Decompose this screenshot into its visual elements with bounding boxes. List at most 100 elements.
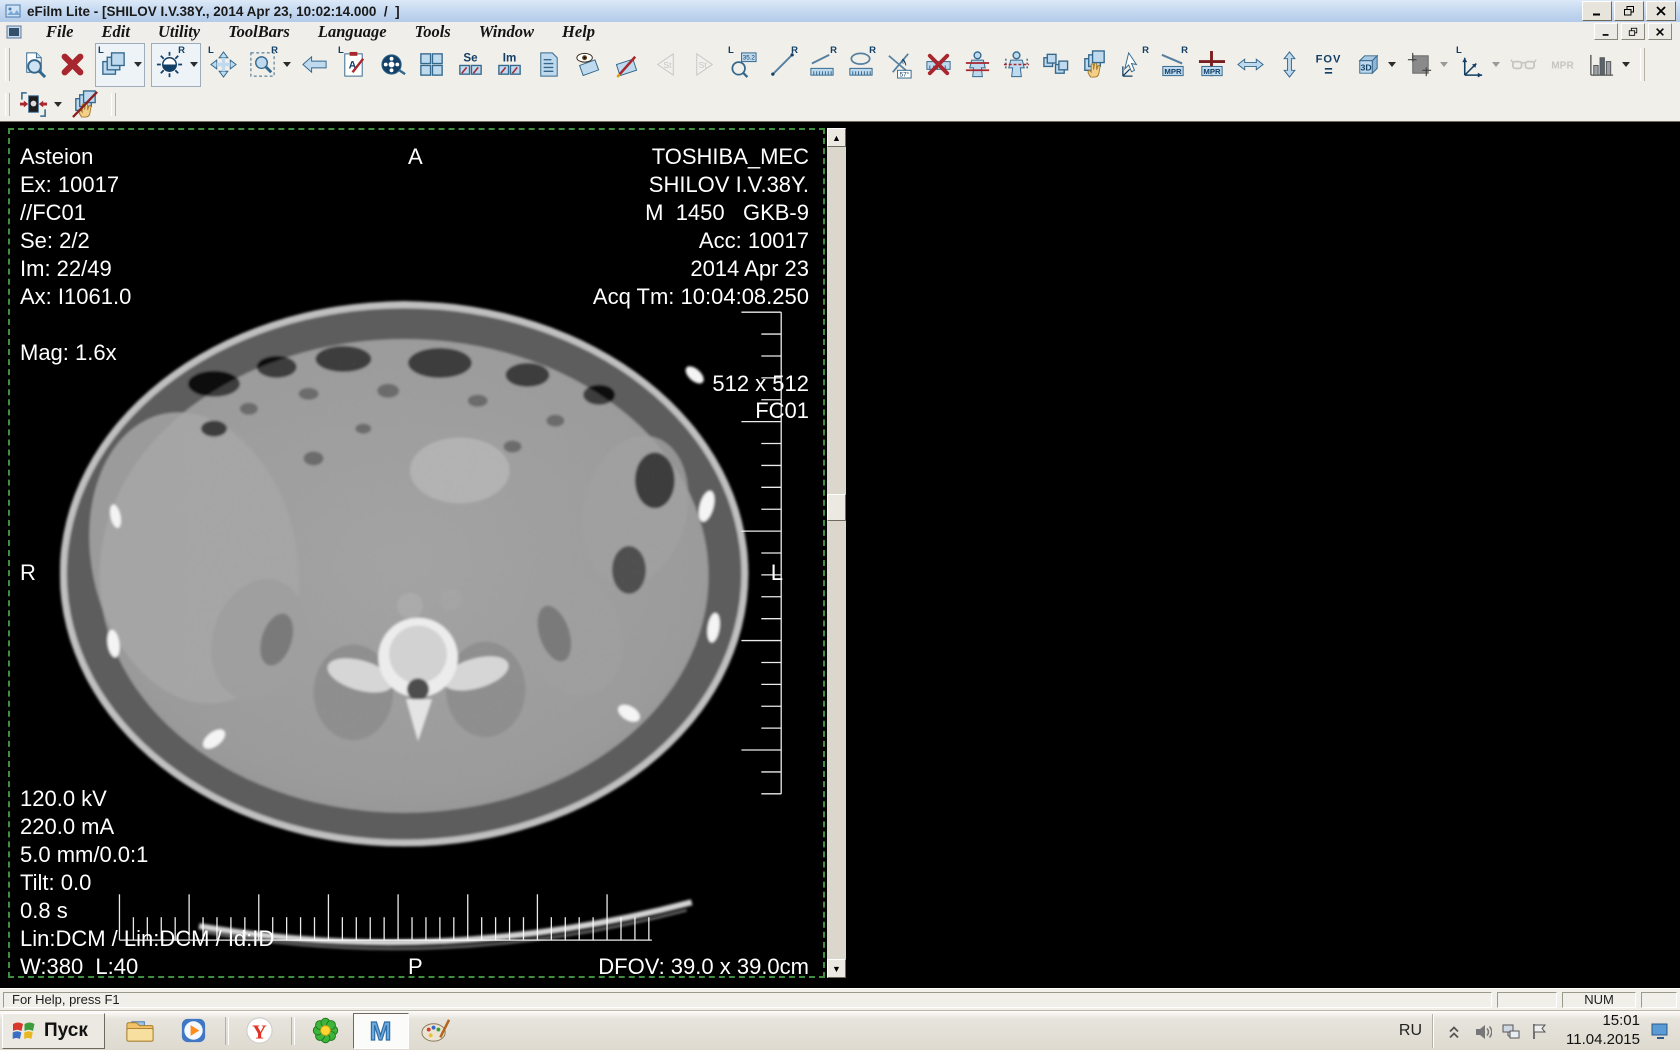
toolbar-button-series-layout-icon[interactable]: Se — [453, 45, 488, 85]
restore-button[interactable] — [1614, 1, 1644, 21]
toolbar-drag-handle[interactable] — [5, 93, 10, 117]
toolbar-button-tile-images-icon[interactable] — [1038, 45, 1073, 85]
toolbar-end-separator — [1640, 48, 1645, 82]
taskbar-media-player-icon[interactable] — [167, 1014, 221, 1048]
toolbar-drag-handle[interactable] — [5, 48, 10, 82]
mdi-minimize-button[interactable] — [1594, 23, 1618, 40]
menu-edit[interactable]: Edit — [88, 22, 144, 41]
toolbar-button-open-study-icon[interactable] — [16, 45, 51, 85]
svg-text:=: = — [1324, 64, 1332, 79]
slice-scrollbar[interactable]: ▲ ▼ — [827, 128, 846, 978]
toolbar-button-window-level-icon[interactable]: R — [152, 45, 187, 85]
toolbar-button-probe-icon[interactable]: 35.2L — [726, 45, 761, 85]
window-level-dropdown-arrow-icon[interactable] — [187, 46, 200, 84]
toolbar-button-measure-ruler-icon[interactable]: R — [804, 45, 839, 85]
menu-toolbars[interactable]: ToolBars — [214, 22, 304, 41]
toolbar-button-prev-image-icon[interactable] — [297, 45, 332, 85]
start-button[interactable]: Пуск — [2, 1013, 105, 1049]
mdi-document-icon[interactable] — [6, 25, 22, 39]
toolbar-button-close-study-icon[interactable] — [55, 45, 90, 85]
taskbar-yandex-browser-icon[interactable]: Y — [233, 1014, 287, 1048]
toolbar-button-layout-grid-icon[interactable] — [414, 45, 449, 85]
menu-tools[interactable]: Tools — [401, 22, 465, 41]
mouse-button-badge: R — [271, 46, 278, 55]
toolbar-button-ortho-mpr-icon[interactable]: MPR — [1194, 45, 1229, 85]
toolbar-button-stack-pages-icon[interactable]: L — [96, 45, 131, 85]
orientation-axes-dropdown-arrow-icon[interactable] — [1489, 46, 1502, 84]
toolbar-button-image-layout-icon[interactable]: Im — [492, 45, 527, 85]
toolbar-button-view-report-icon[interactable] — [570, 45, 605, 85]
tray-network-icon[interactable] — [1501, 1021, 1520, 1040]
mouse-button-badge: R — [830, 46, 837, 55]
toolbar-button-fov-icon[interactable]: FOV= — [1311, 45, 1346, 85]
minimize-button[interactable] — [1582, 1, 1612, 21]
scroll-up-arrow-icon[interactable]: ▲ — [827, 128, 846, 147]
svg-text:M: M — [370, 1016, 392, 1046]
mdi-close-button[interactable] — [1648, 23, 1672, 40]
toolbar-button-sync-series-icon[interactable] — [999, 45, 1034, 85]
stack-pages-dropdown-arrow-icon[interactable] — [131, 46, 144, 84]
toolbar-button-measure-angle-icon[interactable]: θ57° — [882, 45, 917, 85]
clock-date: 11.04.2015 — [1566, 1031, 1640, 1050]
menu-language[interactable]: Language — [304, 22, 401, 41]
toolbar-button-pan-icon[interactable]: L — [206, 45, 241, 85]
close-button[interactable] — [1646, 1, 1676, 21]
toolbar-button-cine-icon[interactable] — [375, 45, 410, 85]
mdi-restore-button[interactable] — [1621, 23, 1645, 40]
taskbar-clock[interactable]: 15:01 11.04.2015 — [1566, 1012, 1640, 1050]
overlay-top-left-line: Ax: I1061.0 — [20, 284, 131, 309]
toolbar-button-drag-stack-icon[interactable] — [1077, 45, 1112, 85]
toolbar-group-stack-pages: L — [95, 43, 145, 87]
taskbar-paint-icon[interactable] — [409, 1014, 463, 1048]
toolbar-button-histogram-icon[interactable] — [1584, 45, 1619, 85]
overlay-bottom-left-line: W:380 L:40 — [20, 954, 138, 978]
toolbar-button-delete-measurements-icon[interactable] — [921, 45, 956, 85]
toolbar-button-render-3d-icon[interactable]: 3D — [1350, 45, 1385, 85]
tray-chevron-up-icon[interactable] — [1445, 1021, 1464, 1040]
efilm-application-window: eFilm Lite - [SHILOV I.V.38Y., 2014 Apr … — [0, 0, 1680, 1050]
toolbar-button-report-icon[interactable] — [531, 45, 566, 85]
language-indicator[interactable]: RU — [1399, 1022, 1422, 1040]
toolbar-end-separator — [111, 93, 116, 117]
scrollbar-thumb[interactable] — [827, 494, 846, 521]
zoom-select-dropdown-arrow-icon[interactable] — [280, 46, 293, 84]
svg-text:MPR: MPR — [1164, 67, 1182, 76]
taskbar-explorer-icon[interactable] — [113, 1014, 167, 1048]
overlay-top-left-line: Se: 2/2 — [20, 228, 90, 253]
quick-launch-separator — [225, 1017, 229, 1045]
toolbar-button-cursor-3d-icon[interactable]: R — [1116, 45, 1151, 85]
toolbar-button-shutter-icon[interactable] — [1402, 45, 1437, 85]
menu-help[interactable]: Help — [548, 22, 609, 41]
tray-volume-icon[interactable] — [1473, 1021, 1492, 1040]
secondary-toolbar — [0, 88, 1680, 122]
tray-flag-icon[interactable] — [1529, 1021, 1548, 1040]
fit-image-dropdown-arrow-icon[interactable] — [51, 86, 64, 124]
toolbar-button-fit-image-icon[interactable] — [16, 90, 51, 120]
menu-file[interactable]: File — [32, 22, 88, 41]
system-tray: RU 15:01 11.04.2015 — [1399, 1014, 1678, 1048]
render-3d-dropdown-arrow-icon[interactable] — [1385, 46, 1398, 84]
toolbar-button-scout-lines-icon[interactable] — [960, 45, 995, 85]
toolbar-button-orientation-axes-icon[interactable]: L — [1454, 45, 1489, 85]
toolbar-button-measure-ellipse-icon[interactable]: R — [843, 45, 878, 85]
toolbar-button-flip-vertical-icon[interactable] — [1272, 45, 1307, 85]
shutter-dropdown-arrow-icon[interactable] — [1437, 46, 1450, 84]
toolbar-button-edit-report-icon[interactable] — [609, 45, 644, 85]
taskbar-efilm-m-icon[interactable]: M — [353, 1013, 409, 1049]
image-viewport[interactable]: AsteionEx: 10017//FC01Se: 2/2Im: 22/49Ax… — [8, 128, 825, 978]
toolbar-button-annotations-icon[interactable]: AL — [336, 45, 371, 85]
menu-utility[interactable]: Utility — [144, 22, 214, 41]
show-desktop-icon[interactable] — [1650, 1021, 1670, 1041]
title-bar: eFilm Lite - [SHILOV I.V.38Y., 2014 Apr … — [0, 0, 1680, 23]
toolbar-button-zoom-select-icon[interactable]: R — [245, 45, 280, 85]
histogram-dropdown-arrow-icon[interactable] — [1619, 46, 1632, 84]
taskbar-icq-icon[interactable] — [299, 1014, 353, 1048]
scroll-down-arrow-icon[interactable]: ▼ — [827, 959, 846, 978]
toolbar-button-measure-line-icon[interactable]: R — [765, 45, 800, 85]
toolbar-button-no-drag-stack-icon[interactable] — [68, 90, 103, 120]
menu-window[interactable]: Window — [465, 22, 548, 41]
overlay-bottom-left-line: Tilt: 0.0 — [20, 870, 91, 895]
toolbar-button-oblique-mpr-icon[interactable]: MPRR — [1155, 45, 1190, 85]
overlay-top-right-line: M 1450 GKB-9 — [645, 200, 809, 225]
toolbar-button-flip-horizontal-icon[interactable] — [1233, 45, 1268, 85]
